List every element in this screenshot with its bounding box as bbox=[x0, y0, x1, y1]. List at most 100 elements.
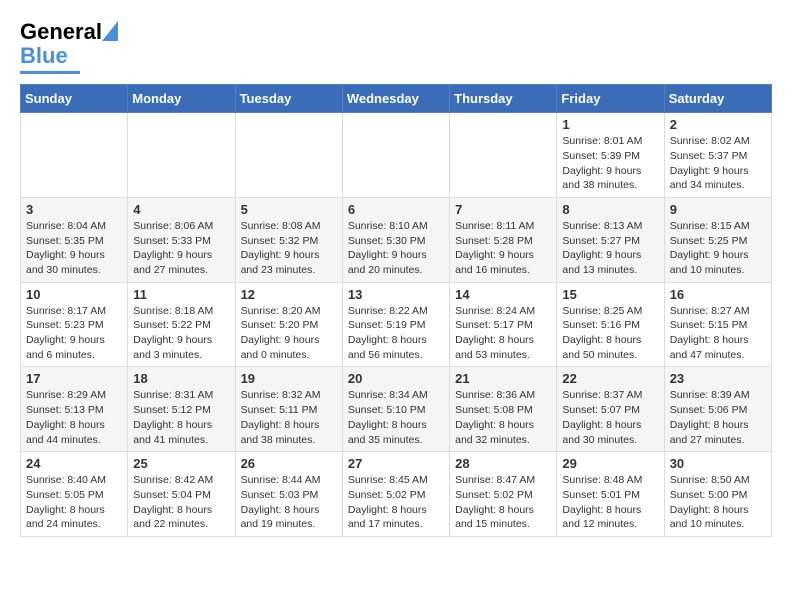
calendar-cell: 27Sunrise: 8:45 AM Sunset: 5:02 PM Dayli… bbox=[342, 452, 449, 537]
day-info: Sunrise: 8:39 AM Sunset: 5:06 PM Dayligh… bbox=[670, 388, 766, 447]
week-row-3: 10 Sunrise: 8:17 AM Sunset: 5:23 PM Dayli… bbox=[21, 282, 772, 367]
day-number: 24 bbox=[26, 456, 122, 471]
day-number: 1 bbox=[562, 117, 658, 132]
day-info: Sunrise: 8:04 AM Sunset: 5:35 PM Dayligh… bbox=[26, 219, 122, 278]
calendar-cell: 9Sunrise: 8:15 AM Sunset: 5:25 PM Daylig… bbox=[664, 197, 771, 282]
day-number: 16 bbox=[670, 287, 766, 302]
day-info: Sunrise: 8:08 AM Sunset: 5:32 PM Dayligh… bbox=[241, 219, 337, 278]
day-info: Sunrise: 8:20 AM Sunset: 5:20 PM Dayligh… bbox=[241, 304, 337, 363]
day-number: 11 bbox=[133, 287, 229, 302]
calendar-cell: 7 Sunrise: 8:11 AM Sunset: 5:28 PM Daylig… bbox=[450, 197, 557, 282]
day-number: 7 bbox=[455, 202, 551, 217]
day-info: Sunrise: 8:11 AM Sunset: 5:28 PM Dayligh… bbox=[455, 219, 551, 278]
calendar-cell: 20 Sunrise: 8:34 AM Sunset: 5:10 PM Dayli… bbox=[342, 367, 449, 452]
calendar-cell: 15 Sunrise: 8:25 AM Sunset: 5:16 PM Dayli… bbox=[557, 282, 664, 367]
week-row-2: 3 Sunrise: 8:04 AM Sunset: 5:35 PM Daylig… bbox=[21, 197, 772, 282]
weekday-monday: Monday bbox=[128, 85, 235, 113]
weekday-saturday: Saturday bbox=[664, 85, 771, 113]
day-number: 15 bbox=[562, 287, 658, 302]
day-info: Sunrise: 8:31 AM Sunset: 5:12 PM Dayligh… bbox=[133, 388, 229, 447]
day-number: 22 bbox=[562, 371, 658, 386]
calendar-cell: 26 Sunrise: 8:44 AM Sunset: 5:03 PM Dayli… bbox=[235, 452, 342, 537]
day-info: Sunrise: 8:02 AM Sunset: 5:37 PM Dayligh… bbox=[670, 134, 766, 193]
weekday-tuesday: Tuesday bbox=[235, 85, 342, 113]
day-info: Sunrise: 8:18 AM Sunset: 5:22 PM Dayligh… bbox=[133, 304, 229, 363]
day-info: Sunrise: 8:42 AM Sunset: 5:04 PM Dayligh… bbox=[133, 473, 229, 532]
calendar-cell: 11 Sunrise: 8:18 AM Sunset: 5:22 PM Dayli… bbox=[128, 282, 235, 367]
day-info: Sunrise: 8:44 AM Sunset: 5:03 PM Dayligh… bbox=[241, 473, 337, 532]
day-number: 9 bbox=[670, 202, 766, 217]
calendar-cell: 18 Sunrise: 8:31 AM Sunset: 5:12 PM Dayli… bbox=[128, 367, 235, 452]
calendar-cell: 2 Sunrise: 8:02 AM Sunset: 5:37 PM Daylig… bbox=[664, 113, 771, 198]
day-number: 20 bbox=[348, 371, 444, 386]
calendar-cell: 25Sunrise: 8:42 AM Sunset: 5:04 PM Dayli… bbox=[128, 452, 235, 537]
day-info: Sunrise: 8:01 AM Sunset: 5:39 PM Dayligh… bbox=[562, 134, 658, 193]
day-info: Sunrise: 8:27 AM Sunset: 5:15 PM Dayligh… bbox=[670, 304, 766, 363]
day-number: 5 bbox=[241, 202, 337, 217]
day-info: Sunrise: 8:25 AM Sunset: 5:16 PM Dayligh… bbox=[562, 304, 658, 363]
day-info: Sunrise: 8:47 AM Sunset: 5:02 PM Dayligh… bbox=[455, 473, 551, 532]
logo-underline bbox=[20, 71, 80, 74]
calendar-cell: 17 Sunrise: 8:29 AM Sunset: 5:13 PM Dayli… bbox=[21, 367, 128, 452]
day-number: 8 bbox=[562, 202, 658, 217]
day-info: Sunrise: 8:10 AM Sunset: 5:30 PM Dayligh… bbox=[348, 219, 444, 278]
day-number: 3 bbox=[26, 202, 122, 217]
calendar-cell: 19Sunrise: 8:32 AM Sunset: 5:11 PM Dayli… bbox=[235, 367, 342, 452]
day-number: 19 bbox=[241, 371, 337, 386]
day-number: 14 bbox=[455, 287, 551, 302]
calendar-cell bbox=[21, 113, 128, 198]
day-info: Sunrise: 8:29 AM Sunset: 5:13 PM Dayligh… bbox=[26, 388, 122, 447]
day-info: Sunrise: 8:34 AM Sunset: 5:10 PM Dayligh… bbox=[348, 388, 444, 447]
weekday-thursday: Thursday bbox=[450, 85, 557, 113]
calendar-cell: 8 Sunrise: 8:13 AM Sunset: 5:27 PM Daylig… bbox=[557, 197, 664, 282]
day-number: 17 bbox=[26, 371, 122, 386]
calendar-cell: 10 Sunrise: 8:17 AM Sunset: 5:23 PM Dayli… bbox=[21, 282, 128, 367]
day-number: 26 bbox=[241, 456, 337, 471]
calendar-cell: 14Sunrise: 8:24 AM Sunset: 5:17 PM Dayli… bbox=[450, 282, 557, 367]
calendar-cell bbox=[342, 113, 449, 198]
day-number: 4 bbox=[133, 202, 229, 217]
weekday-header-row: SundayMondayTuesdayWednesdayThursdayFrid… bbox=[21, 85, 772, 113]
week-row-5: 24 Sunrise: 8:40 AM Sunset: 5:05 PM Dayli… bbox=[21, 452, 772, 537]
day-number: 28 bbox=[455, 456, 551, 471]
calendar-cell: 24 Sunrise: 8:40 AM Sunset: 5:05 PM Dayli… bbox=[21, 452, 128, 537]
day-info: Sunrise: 8:50 AM Sunset: 5:00 PM Dayligh… bbox=[670, 473, 766, 532]
day-info: Sunrise: 8:37 AM Sunset: 5:07 PM Dayligh… bbox=[562, 388, 658, 447]
logo-blue: Blue bbox=[20, 43, 68, 68]
day-number: 12 bbox=[241, 287, 337, 302]
day-number: 6 bbox=[348, 202, 444, 217]
logo: General Blue bbox=[20, 20, 118, 74]
day-info: Sunrise: 8:17 AM Sunset: 5:23 PM Dayligh… bbox=[26, 304, 122, 363]
calendar-cell: 28 Sunrise: 8:47 AM Sunset: 5:02 PM Dayli… bbox=[450, 452, 557, 537]
calendar-cell bbox=[128, 113, 235, 198]
day-info: Sunrise: 8:45 AM Sunset: 5:02 PM Dayligh… bbox=[348, 473, 444, 532]
day-info: Sunrise: 8:06 AM Sunset: 5:33 PM Dayligh… bbox=[133, 219, 229, 278]
calendar-cell: 21 Sunrise: 8:36 AM Sunset: 5:08 PM Dayli… bbox=[450, 367, 557, 452]
weekday-wednesday: Wednesday bbox=[342, 85, 449, 113]
calendar-cell bbox=[450, 113, 557, 198]
day-number: 21 bbox=[455, 371, 551, 386]
day-number: 10 bbox=[26, 287, 122, 302]
calendar-cell: 5 Sunrise: 8:08 AM Sunset: 5:32 PM Daylig… bbox=[235, 197, 342, 282]
week-row-4: 17 Sunrise: 8:29 AM Sunset: 5:13 PM Dayli… bbox=[21, 367, 772, 452]
calendar-cell bbox=[235, 113, 342, 198]
calendar-cell: 23 Sunrise: 8:39 AM Sunset: 5:06 PM Dayli… bbox=[664, 367, 771, 452]
calendar-cell: 13 Sunrise: 8:22 AM Sunset: 5:19 PM Dayli… bbox=[342, 282, 449, 367]
calendar-cell: 4 Sunrise: 8:06 AM Sunset: 5:33 PM Daylig… bbox=[128, 197, 235, 282]
day-info: Sunrise: 8:40 AM Sunset: 5:05 PM Dayligh… bbox=[26, 473, 122, 532]
day-info: Sunrise: 8:13 AM Sunset: 5:27 PM Dayligh… bbox=[562, 219, 658, 278]
calendar-cell: 29Sunrise: 8:48 AM Sunset: 5:01 PM Dayli… bbox=[557, 452, 664, 537]
day-info: Sunrise: 8:36 AM Sunset: 5:08 PM Dayligh… bbox=[455, 388, 551, 447]
day-info: Sunrise: 8:48 AM Sunset: 5:01 PM Dayligh… bbox=[562, 473, 658, 532]
day-number: 18 bbox=[133, 371, 229, 386]
calendar-table: SundayMondayTuesdayWednesdayThursdayFrid… bbox=[20, 84, 772, 537]
day-number: 13 bbox=[348, 287, 444, 302]
day-number: 2 bbox=[670, 117, 766, 132]
day-number: 30 bbox=[670, 456, 766, 471]
day-number: 23 bbox=[670, 371, 766, 386]
calendar-cell: 3 Sunrise: 8:04 AM Sunset: 5:35 PM Daylig… bbox=[21, 197, 128, 282]
page-header: General Blue bbox=[20, 20, 772, 74]
week-row-1: 1 Sunrise: 8:01 AM Sunset: 5:39 PM Daylig… bbox=[21, 113, 772, 198]
calendar-cell: 12 Sunrise: 8:20 AM Sunset: 5:20 PM Dayli… bbox=[235, 282, 342, 367]
day-info: Sunrise: 8:22 AM Sunset: 5:19 PM Dayligh… bbox=[348, 304, 444, 363]
